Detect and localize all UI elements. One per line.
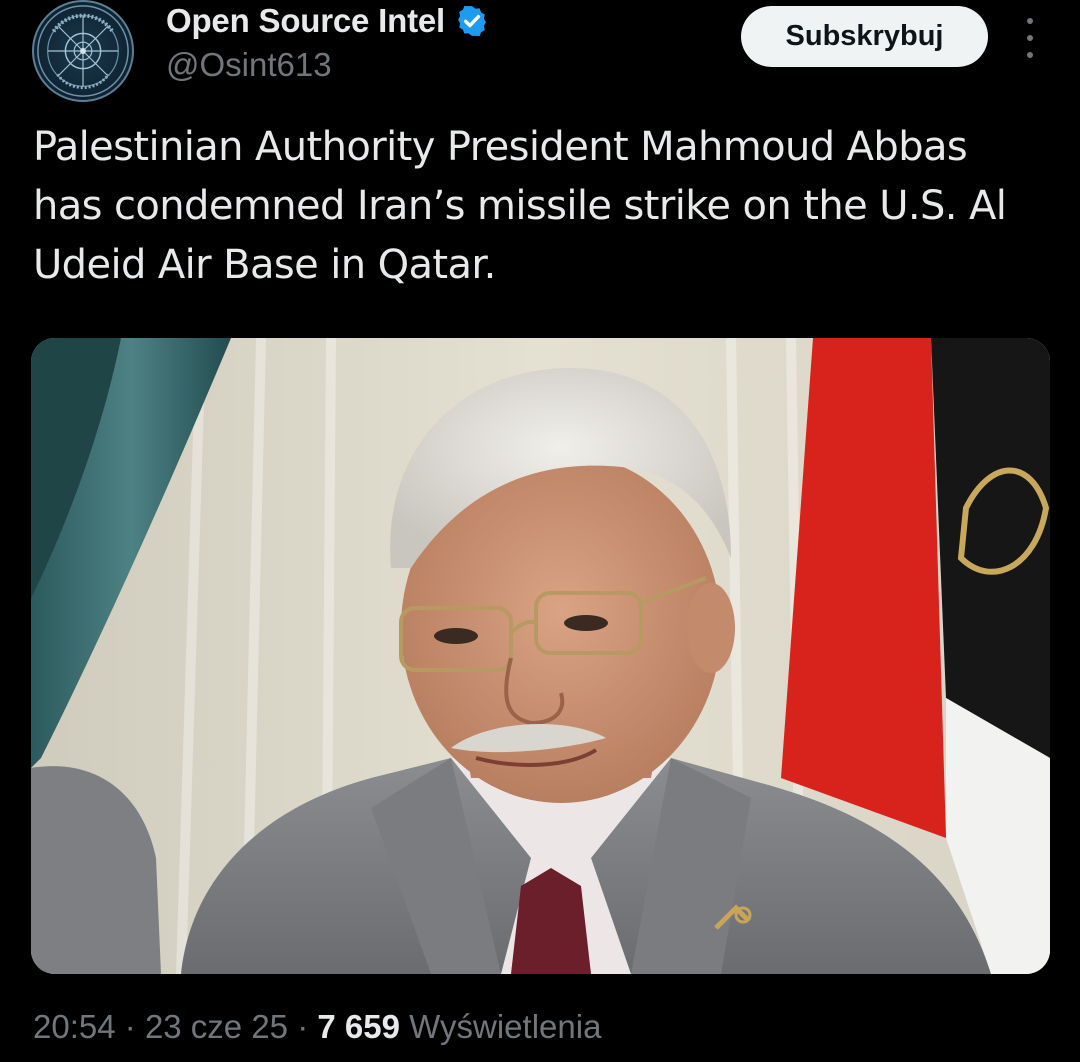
osint-logo-icon xyxy=(37,5,129,97)
author-name-row[interactable]: Open Source Intel xyxy=(166,2,489,40)
verified-badge-icon xyxy=(458,5,486,37)
post-meta: 20:54 · 23 cze 25 · 7 659 Wyświetlenia xyxy=(33,1008,601,1046)
subscribe-button[interactable]: Subskrybuj xyxy=(741,6,988,67)
post-date[interactable]: 23 cze 25 xyxy=(145,1008,288,1045)
views-count[interactable]: 7 659 xyxy=(317,1008,400,1045)
more-vertical-icon[interactable] xyxy=(1018,18,1042,58)
post-photo[interactable] xyxy=(31,338,1050,974)
portrait-photo xyxy=(31,338,1050,974)
author-name[interactable]: Open Source Intel xyxy=(166,2,445,40)
post-text: Palestinian Authority President Mahmoud … xyxy=(33,124,1007,288)
views-label[interactable]: Wyświetlenia xyxy=(409,1008,601,1045)
post-view: Open Source Intel @Osint613 Subskrybuj P… xyxy=(0,0,1080,1062)
avatar[interactable] xyxy=(32,0,134,102)
author-handle[interactable]: @Osint613 xyxy=(166,46,332,84)
post-time[interactable]: 20:54 xyxy=(33,1008,116,1045)
meta-separator: · xyxy=(297,1008,309,1045)
meta-separator: · xyxy=(124,1008,136,1045)
